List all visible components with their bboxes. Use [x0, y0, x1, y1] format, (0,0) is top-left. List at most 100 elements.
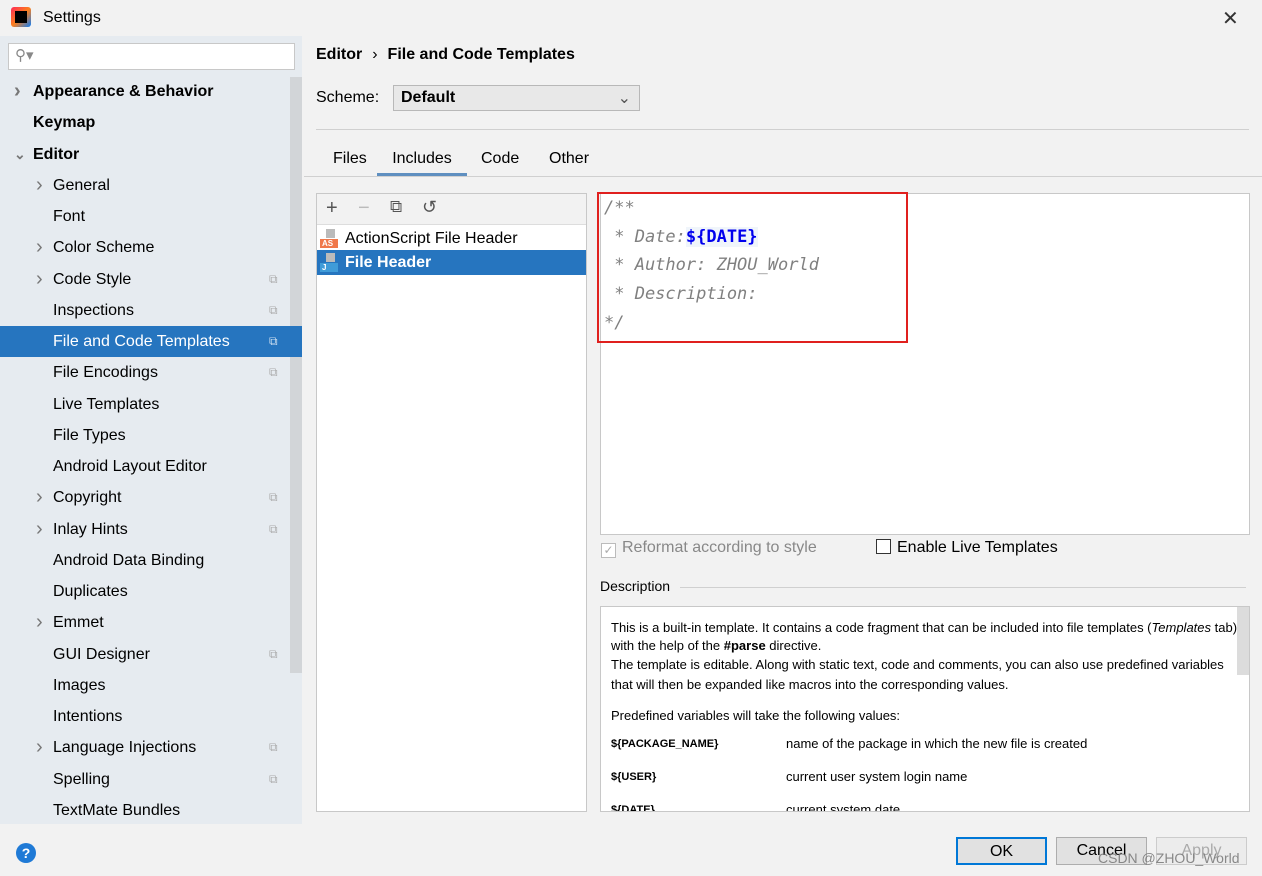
- help-icon[interactable]: ?: [16, 843, 36, 863]
- sidebar-item-inlay-hints[interactable]: › Inlay Hints ⧉: [0, 514, 302, 545]
- breadcrumb-parent[interactable]: Editor: [316, 46, 362, 63]
- project-scope-icon: ⧉: [269, 334, 278, 348]
- project-scope-icon: ⧉: [269, 302, 278, 317]
- sidebar-item-gui-designer[interactable]: GUI Designer ⧉: [0, 639, 302, 670]
- checkbox-checked-icon: ✓: [601, 543, 616, 558]
- variable-description: current user system login name: [786, 769, 968, 784]
- add-icon[interactable]: +: [326, 197, 338, 220]
- sidebar-item-images[interactable]: Images: [0, 670, 302, 701]
- project-scope-icon: ⧉: [269, 521, 278, 536]
- scheme-label: Scheme:: [316, 89, 380, 106]
- remove-icon[interactable]: −: [358, 197, 370, 220]
- sidebar-item-android-layout-editor[interactable]: Android Layout Editor: [0, 451, 302, 482]
- window-title: Settings: [43, 9, 101, 26]
- project-scope-icon: ⧉: [269, 646, 278, 661]
- chevron-down-icon[interactable]: ⌄: [14, 139, 26, 170]
- enable-live-templates-checkbox[interactable]: Enable Live Templates: [876, 539, 1058, 557]
- watermark: CSDN @ZHOU_World: [1098, 850, 1240, 866]
- sidebar-item-live-templates[interactable]: Live Templates: [0, 389, 302, 420]
- sidebar-item-label: Color Scheme: [53, 239, 155, 257]
- sidebar-item-label: TextMate Bundles: [53, 801, 181, 819]
- sidebar-item-inspections[interactable]: Inspections ⧉: [0, 295, 302, 326]
- breadcrumb: Editor › File and Code Templates: [316, 46, 575, 64]
- chevron-right-icon[interactable]: ›: [36, 732, 43, 763]
- sidebar-item-keymap[interactable]: Keymap: [0, 107, 302, 138]
- scheme-dropdown[interactable]: Default ⌄: [393, 85, 640, 111]
- sidebar-item-label: Keymap: [33, 114, 96, 132]
- description-paragraph: This is a built-in template. It contains…: [611, 620, 1238, 653]
- copy-icon[interactable]: ⧉: [390, 197, 402, 217]
- sidebar-item-language-injections[interactable]: › Language Injections ⧉: [0, 732, 302, 763]
- sidebar-item-label: Duplicates: [53, 583, 128, 600]
- search-icon: ⚲▾: [15, 47, 34, 64]
- sidebar-item-emmet[interactable]: › Emmet: [0, 607, 302, 638]
- chevron-right-icon[interactable]: ›: [36, 264, 43, 295]
- title-bar: Settings ✕: [0, 0, 1262, 36]
- variable-description: current system date: [786, 802, 901, 812]
- sidebar-item-editor[interactable]: ⌄ Editor: [0, 139, 302, 170]
- sidebar-item-textmate-bundles[interactable]: TextMate Bundles: [0, 795, 302, 826]
- sidebar-item-label: Inlay Hints: [53, 520, 128, 538]
- sidebar-item-label: Emmet: [53, 614, 104, 632]
- project-scope-icon: ⧉: [269, 740, 278, 755]
- description-scrollbar[interactable]: [1237, 607, 1249, 675]
- ok-button[interactable]: OK: [956, 837, 1047, 865]
- sidebar-item-duplicates[interactable]: Duplicates: [0, 576, 302, 607]
- project-scope-icon: ⧉: [269, 490, 278, 505]
- search-input[interactable]: ⚲▾: [8, 43, 295, 70]
- sidebar-item-spelling[interactable]: Spelling ⧉: [0, 764, 302, 795]
- tab-files[interactable]: Files: [333, 150, 367, 176]
- sidebar-item-general[interactable]: › General: [0, 170, 302, 201]
- sidebar-item-label: Android Layout Editor: [53, 458, 207, 475]
- tab-includes[interactable]: Includes: [377, 150, 467, 176]
- intellij-app-icon: [11, 7, 31, 27]
- project-scope-icon: ⧉: [269, 271, 278, 286]
- scheme-value: Default: [401, 89, 456, 106]
- chevron-right-icon[interactable]: ›: [36, 232, 43, 263]
- description-paragraph: The template is editable. Along with sta…: [611, 657, 1224, 692]
- tab-other[interactable]: Other: [549, 150, 589, 176]
- sidebar-item-file-encodings[interactable]: File Encodings ⧉: [0, 357, 302, 388]
- sidebar-item-font[interactable]: Font: [0, 201, 302, 232]
- reformat-checkbox[interactable]: ✓ Reformat according to style: [601, 539, 817, 558]
- sidebar-item-label: Editor: [33, 145, 80, 163]
- close-icon[interactable]: ✕: [1222, 6, 1239, 31]
- sidebar-item-label: General: [53, 176, 110, 194]
- variable-name: ${USER}: [611, 771, 657, 783]
- sidebar-item-label: Inspections: [53, 301, 134, 319]
- list-toolbar: + − ⧉ ↺: [317, 194, 586, 225]
- sidebar-item-code-style[interactable]: › Code Style ⧉: [0, 264, 302, 295]
- variable-description: name of the package in which the new fil…: [786, 736, 1088, 751]
- sidebar-item-copyright[interactable]: › Copyright ⧉: [0, 482, 302, 513]
- sidebar-item-android-data-binding[interactable]: Android Data Binding: [0, 545, 302, 576]
- tab-code[interactable]: Code: [481, 150, 519, 176]
- sidebar-item-label: Spelling: [53, 770, 110, 788]
- sidebar-item-color-scheme[interactable]: › Color Scheme: [0, 232, 302, 263]
- list-item[interactable]: J File Header: [317, 250, 586, 275]
- divider: [316, 129, 1249, 130]
- sidebar-item-label: Live Templates: [53, 395, 160, 413]
- description-paragraph: Predefined variables will take the follo…: [611, 708, 901, 723]
- sidebar-item-appearance-behavior[interactable]: › Appearance & Behavior: [0, 76, 302, 107]
- description-panel: This is a built-in template. It contains…: [600, 606, 1250, 812]
- reset-icon[interactable]: ↺: [422, 197, 437, 218]
- java-file-icon: J: [320, 253, 338, 272]
- chevron-right-icon[interactable]: ›: [36, 482, 43, 513]
- sidebar-item-label: File and Code Templates: [53, 333, 230, 350]
- list-item-label: ActionScript File Header: [345, 230, 518, 247]
- sidebar-item-label: Android Data Binding: [53, 551, 205, 569]
- sidebar-item-intentions[interactable]: Intentions: [0, 701, 302, 732]
- chevron-right-icon[interactable]: ›: [36, 170, 43, 201]
- template-list: + − ⧉ ↺ AS ActionScript File Header J Fi…: [316, 193, 587, 812]
- highlight-box: [597, 192, 908, 343]
- sidebar-item-label: Images: [53, 676, 106, 694]
- chevron-right-icon[interactable]: ›: [36, 607, 43, 638]
- chevron-right-icon[interactable]: ›: [36, 514, 43, 545]
- breadcrumb-separator: ›: [372, 46, 378, 63]
- chevron-right-icon[interactable]: ›: [14, 76, 21, 107]
- divider: [680, 587, 1246, 588]
- list-item[interactable]: AS ActionScript File Header: [317, 226, 586, 251]
- settings-sidebar: ⚲▾ › Appearance & Behavior Keymap ⌄ Editor › G…: [0, 36, 302, 824]
- sidebar-item-file-and-code-templates[interactable]: File and Code Templates ⧉: [0, 326, 302, 357]
- sidebar-item-file-types[interactable]: File Types: [0, 420, 302, 451]
